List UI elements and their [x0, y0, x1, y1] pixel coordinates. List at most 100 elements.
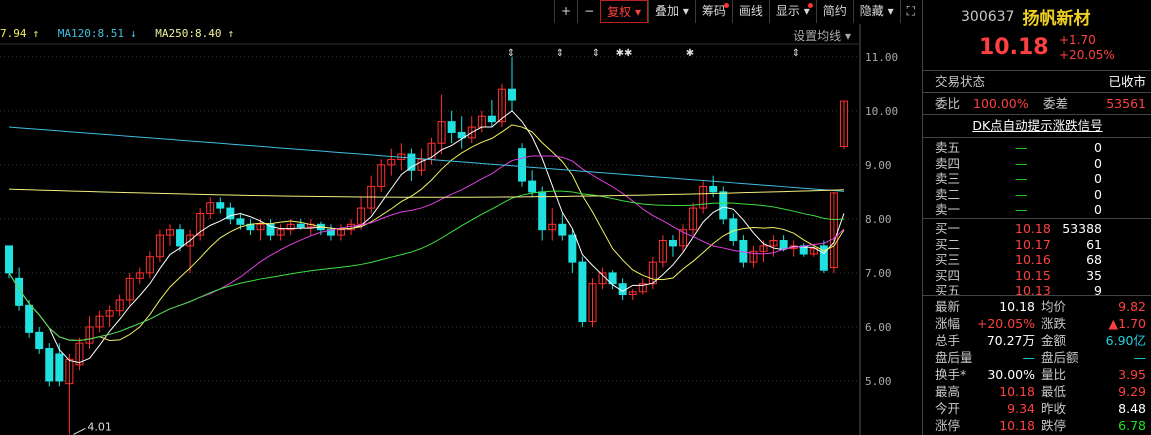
- stat-value: 30.00%: [987, 367, 1035, 382]
- low-price-label: 4.01: [87, 420, 112, 433]
- level-price: —: [1015, 140, 1028, 155]
- zoom-in-button[interactable]: +: [554, 0, 577, 23]
- level-volume: 0: [1094, 155, 1102, 171]
- display-button[interactable]: 显示 ▾: [768, 0, 816, 23]
- chart-toolbar: + − 复权 ▾ 叠加 ▾ 筹码 画线 显示 ▾ 简约 隐藏 ▾ ⛶: [554, 0, 921, 23]
- ma5-line: [8, 110, 845, 364]
- stat-label: 金额: [1041, 333, 1067, 348]
- level-volume: 0: [1094, 140, 1102, 155]
- candle-body: [518, 148, 527, 182]
- ask-row[interactable]: 卖一 — 0: [923, 201, 1151, 218]
- candle-body: [729, 218, 738, 241]
- level-price: 10.15: [1015, 267, 1051, 283]
- restore-rights-button[interactable]: 复权 ▾: [600, 0, 649, 23]
- y-tick-label: 7.00: [865, 267, 892, 280]
- wb-label: 委比: [935, 96, 961, 111]
- candle-body: [558, 223, 567, 236]
- ma10-line: [8, 124, 845, 341]
- stat-label: 涨跌: [1041, 316, 1067, 331]
- ma250-value: MA250:8.40 ↑: [155, 27, 240, 40]
- kline-chart-pane[interactable]: 11.00 10.00 9.00 8.00 7.00 6.00 5.00 4.01 ⇕ ⇕ ⇕ ✱✱ ✱…: [0, 0, 921, 435]
- stat-value: 9.29: [1118, 384, 1146, 399]
- stat-row: 盘后量 — 盘后额 —: [923, 349, 1151, 366]
- stat-value: —: [1022, 350, 1036, 365]
- ask-row[interactable]: 卖四 — 0: [923, 155, 1151, 172]
- ma120-text: MA120:8.51: [57, 27, 124, 40]
- draw-line-button[interactable]: 画线: [731, 0, 769, 23]
- level-volume: 53388: [1062, 221, 1102, 236]
- divider: [923, 70, 1151, 71]
- stat-value: 8.48: [1118, 401, 1146, 416]
- ma120-line: [8, 126, 845, 192]
- level-label: 买二: [935, 236, 961, 252]
- stat-value: 6.90亿: [1105, 333, 1146, 348]
- candle-body: [45, 348, 54, 382]
- ask-row[interactable]: 卖五 — 0: [923, 139, 1151, 156]
- level-price: —: [1015, 202, 1028, 218]
- candle-body: [508, 88, 517, 101]
- ma-legend: 7.94 ↑ MA120:8.51 ↓ MA250:8.40 ↑: [0, 24, 246, 44]
- stat-value: +20.05%: [976, 316, 1035, 331]
- bid-row[interactable]: 买五 10.13 9: [923, 282, 1151, 299]
- ma-prev-arrow: ↑: [32, 27, 40, 40]
- candle-body: [568, 234, 577, 263]
- ask-row[interactable]: 卖三 — 0: [923, 170, 1151, 187]
- overlay-button[interactable]: 叠加 ▾: [648, 0, 695, 23]
- ma-prev-value: 7.94 ↑: [0, 27, 45, 40]
- y-tick-label: 11.00: [865, 51, 898, 64]
- event-marker: ⇕: [507, 48, 515, 59]
- stat-value: ▲1.70: [1108, 316, 1146, 331]
- ma120-value: MA120:8.51 ↓: [58, 27, 143, 40]
- candle-body: [407, 153, 416, 171]
- stat-value: 10.18: [999, 299, 1035, 314]
- level-volume: 35: [1086, 267, 1102, 283]
- bid-row[interactable]: 买四 10.15 35: [923, 267, 1151, 284]
- order-ratio-row: 委比 100.00% 委差 53561: [923, 95, 1151, 112]
- event-marker: ⇕: [592, 48, 600, 59]
- price-change: +1.70 +20.05%: [1059, 33, 1115, 63]
- candle-body: [538, 191, 547, 231]
- stat-label: 涨幅: [935, 316, 961, 331]
- stat-label: 盘后额: [1041, 350, 1079, 365]
- bid-row[interactable]: 买二 10.17 61: [923, 236, 1151, 253]
- zoom-out-button[interactable]: −: [577, 0, 600, 23]
- simple-button[interactable]: 简约: [815, 0, 853, 23]
- fullscreen-button[interactable]: ⛶: [899, 0, 921, 23]
- set-ma-button[interactable]: 设置均线 ▾: [793, 27, 851, 44]
- chips-button[interactable]: 筹码: [694, 0, 732, 23]
- stat-value: 9.82: [1118, 299, 1146, 314]
- stat-row: 涨幅 +20.05% 涨跌 ▲1.70: [923, 315, 1151, 332]
- candle-body: [35, 331, 44, 350]
- divider: [923, 295, 1151, 296]
- stat-label: 换手*: [935, 367, 967, 382]
- ma-prev-text: 7.94: [0, 27, 27, 40]
- level-price: 10.17: [1015, 236, 1051, 252]
- candle-body: [296, 223, 305, 228]
- level-volume: 0: [1094, 171, 1102, 187]
- ask-row[interactable]: 卖二 — 0: [923, 186, 1151, 203]
- stat-label: 昨收: [1041, 401, 1067, 416]
- ma250-text: MA250:8.40: [155, 27, 222, 40]
- level-volume: 61: [1086, 236, 1102, 252]
- bid-row[interactable]: 买一 10.18 53388: [923, 220, 1151, 237]
- candlestick-chart[interactable]: 11.0010.009.008.007.006.005.004.01⇕ ⇕ ⇕ ✱✱ ✱…: [0, 0, 921, 435]
- hide-button[interactable]: 隐藏 ▾: [852, 0, 900, 23]
- stat-label: 今开: [935, 401, 961, 416]
- wc-label: 委差: [1043, 96, 1069, 111]
- candle-body: [25, 304, 34, 333]
- stock-name: 扬帆新材: [1022, 9, 1091, 29]
- stat-label: 总手: [935, 333, 961, 348]
- bid-row[interactable]: 买三 10.16 68: [923, 251, 1151, 268]
- level-label: 卖二: [935, 186, 961, 202]
- candle-body: [578, 261, 587, 323]
- status-label: 交易状态: [935, 74, 986, 89]
- level-price: —: [1015, 171, 1028, 187]
- signal-link[interactable]: DK点自动提示涨跌信号: [923, 117, 1151, 134]
- notification-dot: [723, 3, 729, 8]
- candle-body: [216, 202, 225, 209]
- level-label: 买三: [935, 252, 961, 268]
- stat-label: 最高: [935, 384, 961, 399]
- level-price: 10.13: [1015, 283, 1051, 299]
- level-price: 10.18: [1015, 221, 1051, 236]
- candle-body: [5, 245, 14, 274]
